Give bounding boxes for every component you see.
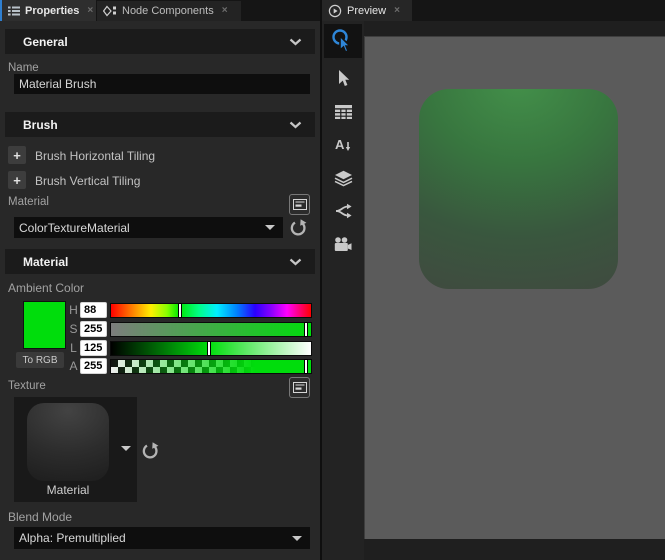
video-camera-icon: [334, 237, 352, 252]
dropdown-caret-icon: [292, 536, 302, 541]
preview-viewport[interactable]: [364, 36, 665, 539]
chevron-down-icon[interactable]: [289, 121, 302, 129]
alpha-slider[interactable]: [110, 359, 312, 374]
circular-arrow-icon: [288, 218, 308, 238]
add-vertical-tiling-button[interactable]: +: [8, 171, 26, 189]
text-tool-button[interactable]: A: [322, 131, 364, 159]
node-components-icon: [103, 5, 117, 17]
material-goto-button[interactable]: [287, 217, 308, 238]
connections-tool-button[interactable]: [322, 197, 364, 225]
alpha-channel-row: A: [68, 358, 312, 374]
brush-horizontal-tiling-label: Brush Horizontal Tiling: [35, 149, 155, 163]
saturation-label: S: [68, 322, 79, 336]
alpha-slider-handle[interactable]: [304, 359, 308, 374]
interact-tool-button[interactable]: [322, 27, 364, 55]
tab-preview-label: Preview: [347, 5, 386, 17]
hue-input[interactable]: [80, 302, 107, 318]
texture-reset-button[interactable]: [139, 440, 160, 461]
select-tool-button[interactable]: [322, 64, 364, 92]
saturation-input[interactable]: [80, 321, 107, 337]
section-material-title: Material: [23, 255, 68, 269]
branch-arrows-icon: [334, 203, 352, 219]
saturation-slider[interactable]: [110, 322, 312, 337]
left-tab-bar: Properties × Node Components ×: [0, 0, 320, 21]
blend-mode-value: Alpha: Premultiplied: [14, 531, 292, 545]
blend-mode-label: Blend Mode: [8, 510, 72, 524]
section-general-title: General: [23, 35, 68, 49]
lightness-slider[interactable]: [110, 341, 312, 356]
properties-list-icon: [8, 5, 20, 17]
play-circle-icon: [328, 4, 342, 18]
chevron-down-icon[interactable]: [289, 38, 302, 46]
editor-window-icon: [293, 382, 307, 393]
alpha-input[interactable]: [80, 358, 107, 374]
camera-tool-button[interactable]: [322, 230, 364, 258]
svg-text:A: A: [335, 137, 345, 152]
hue-channel-row: H: [68, 302, 312, 318]
editor-window-icon: [293, 199, 307, 210]
select-cursor-icon: [334, 69, 352, 88]
saturation-slider-handle[interactable]: [304, 322, 308, 337]
lightness-label: L: [68, 341, 79, 355]
material-editor-button[interactable]: [289, 194, 310, 215]
layers-icon: [334, 170, 353, 187]
tab-properties-close-icon[interactable]: ×: [87, 6, 93, 16]
section-header-material[interactable]: Material: [5, 249, 315, 274]
lightness-channel-row: L: [68, 340, 312, 356]
ambient-color-label: Ambient Color: [8, 281, 84, 295]
texture-thumbnail[interactable]: [27, 403, 109, 481]
section-brush-title: Brush: [23, 118, 58, 132]
tab-preview-close-icon[interactable]: ×: [394, 6, 400, 16]
lightness-input[interactable]: [80, 340, 107, 356]
material-dropdown[interactable]: ColorTextureMaterial: [14, 217, 283, 238]
name-input[interactable]: [14, 74, 310, 94]
tab-properties-label: Properties: [25, 5, 79, 17]
hue-slider-handle[interactable]: [178, 303, 182, 318]
texture-editor-button[interactable]: [289, 377, 310, 398]
material-property-label: Material: [8, 196, 49, 208]
preview-green-object[interactable]: [419, 89, 618, 289]
circular-arrow-icon: [140, 441, 160, 461]
interact-cursor-icon: [329, 27, 357, 55]
preview-panel: Preview ×: [322, 0, 665, 560]
grid-tool-button[interactable]: [322, 98, 364, 126]
tab-properties[interactable]: Properties ×: [2, 0, 96, 21]
name-label: Name: [8, 62, 39, 74]
preview-toolbar: A: [322, 21, 364, 560]
texture-label: Texture: [8, 380, 46, 392]
texture-preview-box: Material: [14, 397, 137, 502]
material-dropdown-value: ColorTextureMaterial: [14, 221, 265, 235]
add-horizontal-tiling-button[interactable]: +: [8, 146, 26, 164]
hue-slider[interactable]: [110, 303, 312, 318]
preview-tab-bar: Preview ×: [322, 0, 665, 21]
layers-tool-button[interactable]: [322, 164, 364, 192]
chevron-down-icon[interactable]: [289, 258, 302, 266]
alpha-label: A: [68, 359, 79, 373]
texture-dropdown-caret-icon[interactable]: [121, 446, 131, 451]
section-header-general[interactable]: General: [5, 29, 315, 54]
dropdown-caret-icon: [265, 225, 275, 230]
hue-label: H: [68, 303, 79, 317]
brush-vertical-tiling-label: Brush Vertical Tiling: [35, 174, 140, 188]
tab-node-components-close-icon[interactable]: ×: [222, 6, 228, 16]
saturation-channel-row: S: [68, 321, 312, 337]
tab-preview[interactable]: Preview ×: [322, 0, 412, 21]
texture-thumbnail-label: Material: [27, 483, 109, 497]
font-adjust-icon: A: [335, 137, 352, 153]
to-rgb-button[interactable]: To RGB: [16, 352, 64, 368]
application-window: Properties × Node Components × General: [0, 0, 665, 560]
color-swatch[interactable]: [23, 301, 66, 349]
tab-node-components[interactable]: Node Components ×: [97, 1, 241, 21]
section-header-brush[interactable]: Brush: [5, 112, 315, 137]
tab-node-components-label: Node Components: [122, 5, 214, 17]
table-grid-icon: [335, 105, 352, 119]
blend-mode-dropdown[interactable]: Alpha: Premultiplied: [14, 527, 310, 549]
lightness-slider-handle[interactable]: [207, 341, 211, 356]
